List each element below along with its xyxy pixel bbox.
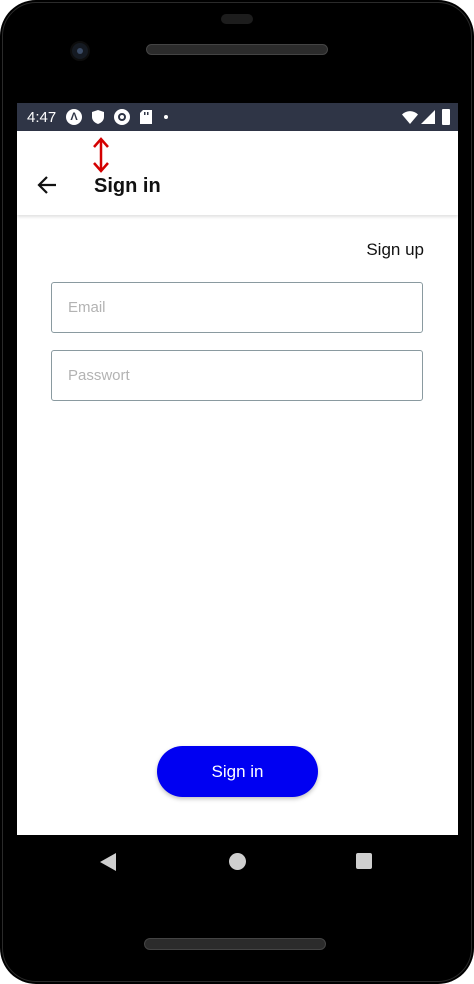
status-time: 4:47	[27, 109, 57, 126]
phone-frame: 4:47 Λ Sign in Sign up Email Sign in	[0, 0, 474, 984]
dot-icon	[164, 115, 168, 119]
front-camera	[70, 41, 90, 61]
password-input[interactable]	[52, 351, 422, 400]
battery-icon	[442, 109, 450, 125]
signup-link[interactable]: Sign up	[366, 240, 424, 260]
sd-card-icon	[138, 109, 154, 125]
system-nav-bar	[0, 835, 474, 887]
shield-icon	[90, 109, 106, 125]
top-slot	[221, 14, 253, 24]
square-recents-icon[interactable]	[356, 853, 372, 869]
app-a-icon: Λ	[66, 109, 82, 125]
vertical-double-arrow-icon	[93, 137, 109, 173]
cast-icon	[114, 109, 130, 125]
bottom-speaker	[144, 938, 326, 950]
status-bar: 4:47 Λ	[17, 103, 458, 131]
app-screen: 4:47 Λ Sign in Sign up Email Sign in	[17, 103, 458, 835]
app-bar: Sign in	[17, 131, 458, 215]
arrow-left-icon	[37, 176, 56, 194]
back-button[interactable]	[33, 171, 61, 199]
password-field[interactable]	[51, 350, 423, 401]
speaker-grille	[146, 44, 328, 55]
email-field[interactable]	[51, 282, 423, 333]
signal-icon	[420, 109, 436, 125]
sign-in-button[interactable]: Sign in	[157, 746, 318, 797]
page-title: Sign in	[94, 175, 161, 197]
wifi-icon	[402, 109, 418, 125]
circle-home-icon[interactable]	[229, 853, 246, 870]
email-input[interactable]	[52, 283, 422, 332]
triangle-back-icon[interactable]	[100, 853, 116, 871]
